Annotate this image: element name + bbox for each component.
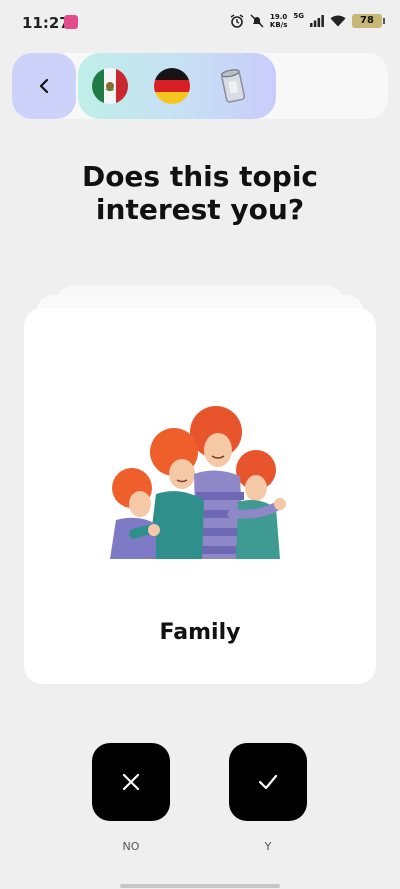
battery-indicator: 78 xyxy=(352,14,385,28)
topic-card[interactable]: Family xyxy=(24,308,376,684)
alarm-icon xyxy=(230,14,244,28)
can-icon xyxy=(220,69,246,103)
network-type: 5G xyxy=(293,12,304,20)
status-bar: 11:27 19.0 KB/s 5G 78 xyxy=(0,0,400,44)
back-button[interactable] xyxy=(12,53,76,119)
no-label: NO xyxy=(122,840,140,853)
mute-icon xyxy=(250,14,264,28)
home-indicator[interactable] xyxy=(120,884,280,888)
status-time: 11:27 xyxy=(22,14,70,32)
network-speed: 19.0 KB/s xyxy=(270,13,287,29)
app-notification-icon xyxy=(64,15,78,29)
no-button[interactable] xyxy=(92,743,170,821)
signal-icon xyxy=(310,15,324,27)
check-icon xyxy=(258,774,278,790)
yes-label: Y xyxy=(264,840,272,853)
mexico-flag-icon xyxy=(92,68,128,104)
status-icons: 19.0 KB/s 5G 78 xyxy=(230,12,385,29)
chevron-left-icon xyxy=(39,78,49,94)
question-heading: Does this topic interest you? xyxy=(0,160,400,226)
wifi-icon xyxy=(330,15,346,27)
network-speed-value: 19.0 xyxy=(269,13,288,21)
language-strip xyxy=(78,53,276,119)
question-line-2: interest you? xyxy=(95,193,305,226)
network-speed-unit: KB/s xyxy=(269,21,288,29)
topic-title: Family xyxy=(159,620,241,645)
close-icon xyxy=(122,773,140,791)
germany-flag-icon xyxy=(154,68,190,104)
yes-button[interactable] xyxy=(229,743,307,821)
top-bar xyxy=(12,53,388,119)
question-line-1: Does this topic xyxy=(81,160,319,193)
family-illustration xyxy=(110,406,286,559)
